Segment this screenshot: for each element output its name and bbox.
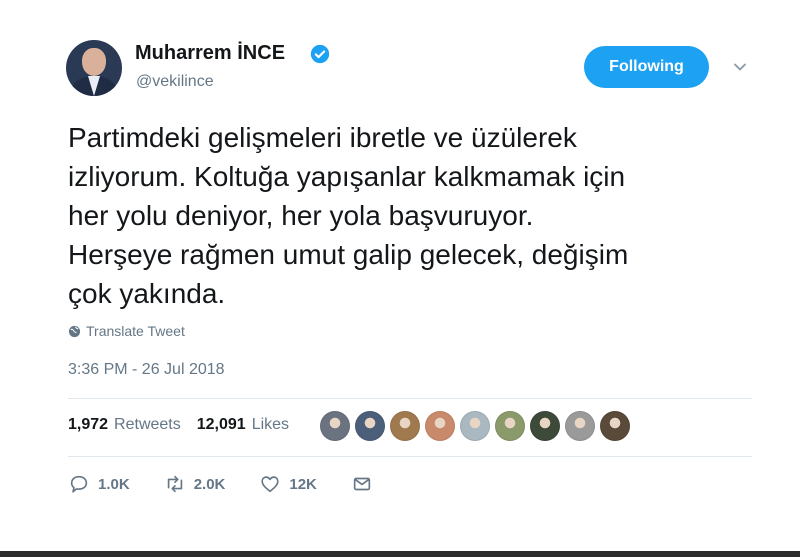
retweets-label[interactable]: Retweets: [114, 416, 181, 434]
tweet-text: Partimdeki gelişmeleri ibretle ve üzüler…: [68, 122, 629, 309]
direct-message-button[interactable]: [351, 473, 373, 495]
heart-icon: [261, 476, 279, 493]
liker-avatar[interactable]: [425, 411, 455, 441]
reply-icon: [70, 475, 88, 493]
reply-count: 1.0K: [98, 475, 130, 493]
tweet-card: Muharrem İNCE @vekilince Following Parti…: [0, 0, 800, 557]
divider: [68, 456, 752, 457]
tweet-stats: 1,972 Retweets 12,091 Likes: [68, 416, 299, 434]
liker-avatars: [320, 411, 630, 441]
chevron-down-icon[interactable]: [733, 60, 747, 74]
display-name[interactable]: Muharrem İNCE: [135, 42, 285, 65]
divider: [68, 398, 752, 399]
envelope-icon: [353, 477, 371, 491]
like-count: 12K: [289, 475, 317, 493]
reply-button[interactable]: 1.0K: [68, 473, 130, 495]
retweet-icon: [167, 475, 182, 493]
liker-avatar[interactable]: [530, 411, 560, 441]
translate-tweet-label: Translate Tweet: [86, 323, 185, 339]
liker-avatar[interactable]: [355, 411, 385, 441]
liker-avatar[interactable]: [390, 411, 420, 441]
retweet-button[interactable]: 2.0K: [164, 473, 226, 495]
tweet-actions: 1.0K 2.0K 12K: [68, 473, 373, 495]
tweet-timestamp[interactable]: 3:36 PM - 26 Jul 2018: [68, 361, 225, 379]
liker-avatar[interactable]: [600, 411, 630, 441]
like-button[interactable]: 12K: [259, 473, 317, 495]
liker-avatar[interactable]: [495, 411, 525, 441]
verified-badge-icon: [310, 44, 330, 64]
bottom-bar: [0, 551, 800, 557]
avatar-head: [82, 48, 106, 76]
liker-avatar[interactable]: [320, 411, 350, 441]
liker-avatar[interactable]: [460, 411, 490, 441]
following-button[interactable]: Following: [584, 46, 709, 88]
likes-count[interactable]: 12,091: [197, 416, 246, 434]
user-handle[interactable]: @vekilince: [136, 73, 214, 91]
retweets-count[interactable]: 1,972: [68, 416, 108, 434]
likes-label[interactable]: Likes: [252, 416, 289, 434]
liker-avatar[interactable]: [565, 411, 595, 441]
retweet-count: 2.0K: [193, 475, 226, 493]
avatar[interactable]: [66, 40, 122, 96]
globe-icon: [68, 325, 81, 337]
translate-tweet-link[interactable]: Translate Tweet: [68, 323, 185, 339]
